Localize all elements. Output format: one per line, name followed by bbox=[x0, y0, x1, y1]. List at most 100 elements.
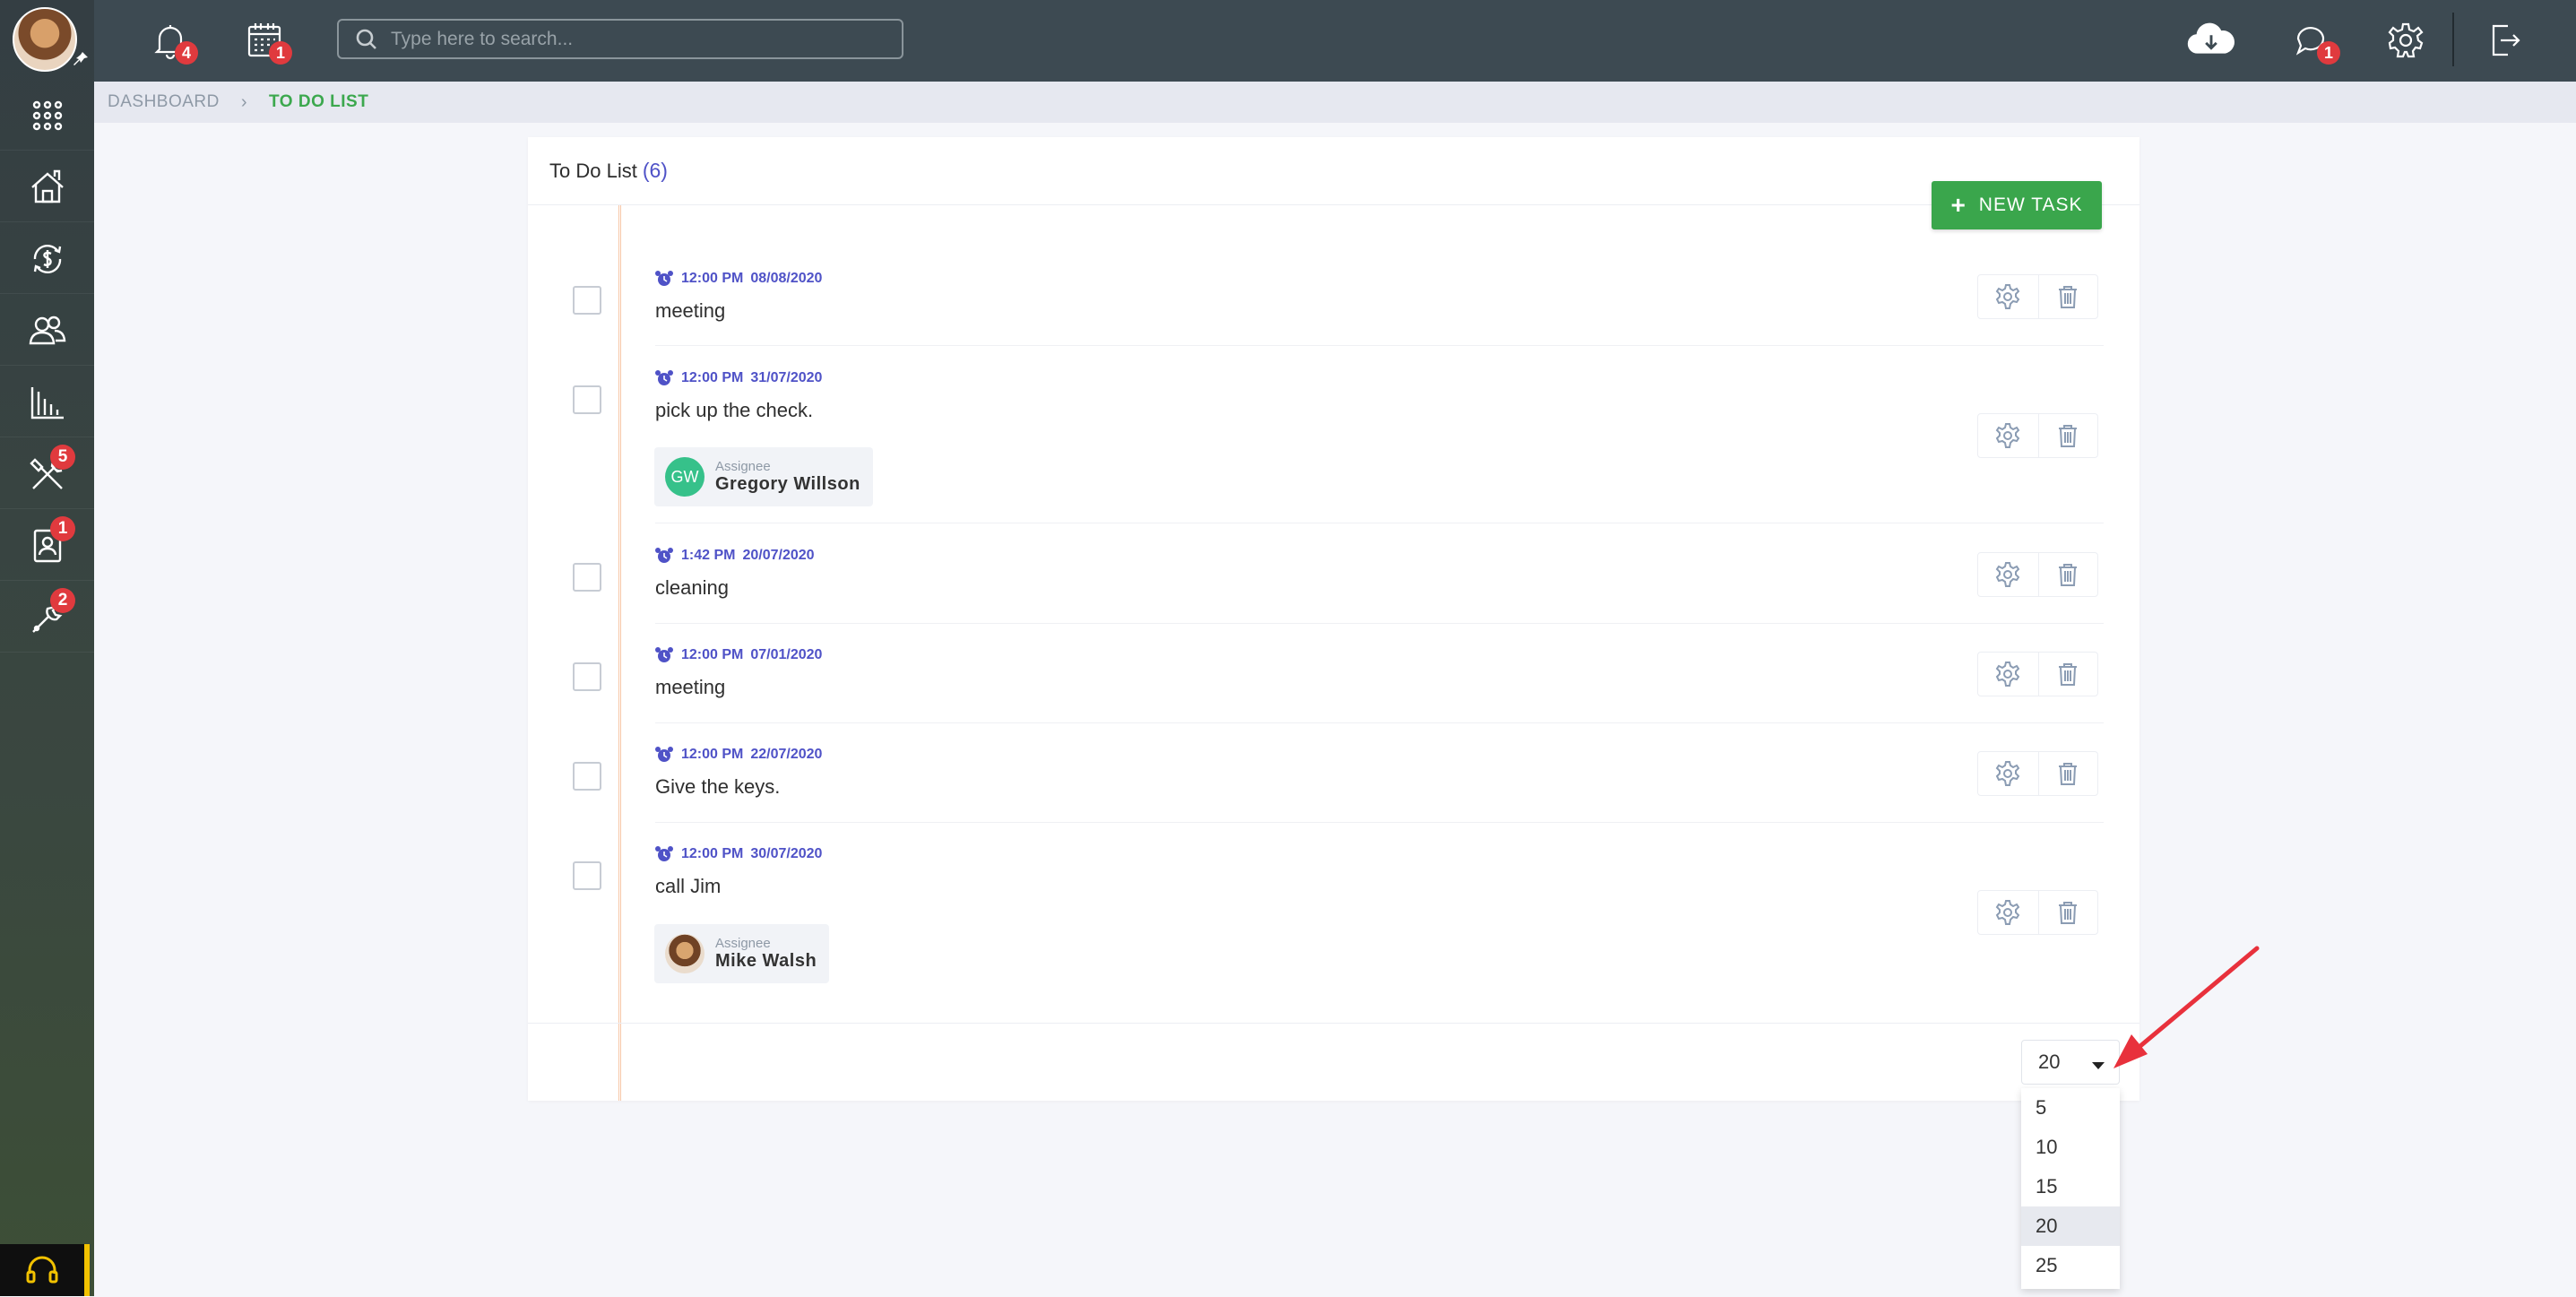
page-size-option-selected[interactable]: 20 bbox=[2021, 1206, 2120, 1246]
task-time: 12:00 PM bbox=[681, 271, 744, 286]
task-datetime: 12:00 PM 31/07/2020 bbox=[654, 368, 822, 388]
sidebar-item-apps[interactable] bbox=[0, 81, 94, 151]
task-text: meeting bbox=[655, 676, 726, 698]
alarm-clock-icon bbox=[655, 548, 673, 563]
sidebar-item-tools[interactable]: 5 bbox=[0, 439, 94, 509]
money-cycle-icon bbox=[33, 244, 61, 273]
gear-icon bbox=[1995, 562, 2020, 587]
task-text: cleaning bbox=[655, 576, 729, 599]
sidebar: 5 1 2 bbox=[0, 0, 94, 1296]
assignee-label: Assignee bbox=[715, 459, 771, 474]
task-delete-button[interactable] bbox=[2037, 891, 2098, 934]
assignee-label: Assignee bbox=[715, 936, 771, 951]
chat-badge: 1 bbox=[2317, 41, 2340, 65]
task-time: 12:00 PM bbox=[681, 647, 744, 662]
task-count: (6) bbox=[642, 159, 668, 182]
breadcrumb: DASHBOARD › TO DO LIST bbox=[94, 82, 2576, 123]
support-button[interactable] bbox=[0, 1244, 90, 1296]
task-datetime: 12:00 PM 08/08/2020 bbox=[654, 269, 822, 289]
task-checkbox[interactable] bbox=[573, 286, 601, 315]
gear-icon bbox=[1995, 900, 2020, 925]
new-task-button[interactable]: + NEW TASK bbox=[1932, 181, 2102, 229]
task-text: meeting bbox=[655, 299, 726, 322]
task-settings-button[interactable] bbox=[1978, 752, 2038, 795]
sidebar-item-maintenance[interactable]: 2 bbox=[0, 583, 94, 653]
alarm-clock-icon bbox=[655, 846, 673, 861]
task-date: 22/07/2020 bbox=[750, 747, 823, 762]
task-delete-button[interactable] bbox=[2037, 653, 2098, 696]
sidebar-item-finance[interactable] bbox=[0, 224, 94, 294]
task-time: 12:00 PM bbox=[681, 370, 744, 385]
task-checkbox[interactable] bbox=[573, 762, 601, 791]
cloud-download-icon bbox=[2187, 22, 2235, 54]
task-settings-button[interactable] bbox=[1978, 414, 2038, 457]
chat-button[interactable]: 1 bbox=[2290, 18, 2340, 65]
plus-icon: + bbox=[1950, 191, 1967, 219]
task-datetime: 12:00 PM 07/01/2020 bbox=[654, 645, 822, 665]
task-settings-button[interactable] bbox=[1978, 275, 2038, 318]
trash-icon bbox=[2059, 286, 2078, 308]
card-header: To Do List (6) bbox=[528, 137, 2139, 205]
notifications-button[interactable]: 4 bbox=[148, 18, 198, 65]
page-size-option[interactable]: 15 bbox=[2021, 1167, 2120, 1206]
sidebar-item-contacts[interactable] bbox=[0, 296, 94, 366]
assignee-avatar bbox=[665, 934, 705, 973]
alarm-clock-icon bbox=[655, 271, 673, 286]
assignee-chip[interactable]: GW Assignee Gregory Willson bbox=[654, 447, 873, 506]
task-checkbox[interactable] bbox=[573, 861, 601, 890]
alarm-clock-icon bbox=[655, 747, 673, 762]
title-text: To Do List bbox=[549, 160, 637, 182]
grid-icon bbox=[32, 100, 62, 130]
chevron-right-icon: › bbox=[240, 91, 248, 112]
task-delete-button[interactable] bbox=[2037, 752, 2098, 795]
new-task-label: NEW TASK bbox=[1978, 195, 2083, 215]
task-settings-button[interactable] bbox=[1978, 653, 2038, 696]
logout-icon bbox=[2492, 24, 2520, 56]
page-size-value: 20 bbox=[2038, 1051, 2061, 1073]
task-time: 12:00 PM bbox=[681, 846, 744, 861]
task-text: pick up the check. bbox=[655, 399, 814, 421]
page-size-option[interactable]: 25 bbox=[2021, 1246, 2120, 1285]
breadcrumb-dashboard[interactable]: DASHBOARD bbox=[108, 92, 220, 112]
todo-card: To Do List (6) + NEW TASK 12:00 PM 08/08/… bbox=[528, 137, 2139, 1101]
notifications-badge: 4 bbox=[175, 41, 198, 65]
task-datetime: 12:00 PM 30/07/2020 bbox=[654, 844, 822, 864]
download-button[interactable] bbox=[2183, 18, 2239, 63]
pin-icon[interactable] bbox=[72, 50, 90, 68]
settings-badge: 2 bbox=[50, 588, 75, 613]
task-settings-button[interactable] bbox=[1978, 553, 2038, 596]
task-checkbox[interactable] bbox=[573, 563, 601, 592]
calendar-button[interactable]: 1 bbox=[242, 18, 292, 65]
search-input[interactable] bbox=[391, 28, 893, 50]
assignee-name: Mike Walsh bbox=[715, 951, 817, 971]
search-box[interactable] bbox=[337, 19, 903, 59]
task-datetime: 12:00 PM 22/07/2020 bbox=[654, 745, 822, 765]
sidebar-item-contact-book[interactable]: 1 bbox=[0, 511, 94, 581]
user-avatar[interactable] bbox=[13, 7, 77, 72]
margin-line bbox=[618, 205, 621, 1101]
page-size-option[interactable]: 5 bbox=[2021, 1088, 2120, 1128]
page-size-dropdown: 5 10 15 20 25 bbox=[2021, 1088, 2120, 1289]
gear-icon bbox=[1995, 761, 2020, 786]
settings-button[interactable] bbox=[2383, 18, 2428, 63]
task-actions bbox=[1977, 274, 2098, 319]
task-date: 20/07/2020 bbox=[742, 548, 815, 563]
assignee-initials: GW bbox=[665, 457, 705, 497]
task-delete-button[interactable] bbox=[2037, 414, 2098, 457]
task-checkbox[interactable] bbox=[573, 385, 601, 414]
sidebar-item-reports[interactable] bbox=[0, 367, 94, 437]
tools-badge: 5 bbox=[50, 445, 75, 470]
trash-icon bbox=[2059, 564, 2078, 586]
task-divider bbox=[655, 623, 2104, 624]
task-delete-button[interactable] bbox=[2037, 275, 2098, 318]
logout-button[interactable] bbox=[2482, 18, 2527, 63]
assignee-chip[interactable]: Assignee Mike Walsh bbox=[654, 924, 830, 983]
headset-icon bbox=[26, 1256, 58, 1284]
task-checkbox[interactable] bbox=[573, 662, 601, 691]
task-settings-button[interactable] bbox=[1978, 891, 2038, 934]
sidebar-item-properties[interactable] bbox=[0, 152, 94, 222]
trash-icon bbox=[2059, 425, 2078, 447]
task-date: 30/07/2020 bbox=[750, 846, 823, 861]
task-delete-button[interactable] bbox=[2037, 553, 2098, 596]
page-size-option[interactable]: 10 bbox=[2021, 1128, 2120, 1167]
